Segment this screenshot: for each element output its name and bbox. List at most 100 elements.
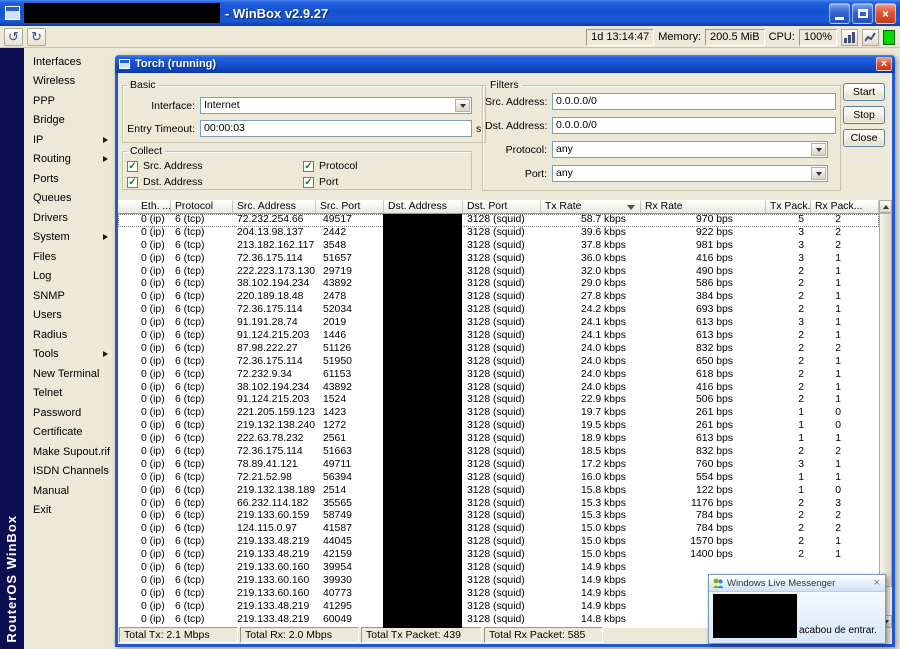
sidebar-item-exit[interactable]: Exit bbox=[24, 501, 115, 521]
messenger-close-icon[interactable]: × bbox=[872, 577, 882, 589]
table-row[interactable]: 0 (ip) 6 (tcp) 219.133.60.160 39954 3128 (sq… bbox=[118, 562, 879, 575]
table-row[interactable]: 0 (ip) 6 (tcp) 87.98.222.27 51126 3128 (squi… bbox=[118, 343, 879, 356]
traffic-graph-button[interactable] bbox=[841, 28, 858, 46]
entry-timeout-input[interactable]: 00:00:03 bbox=[200, 120, 472, 137]
start-button[interactable]: Start bbox=[843, 83, 885, 101]
table-row[interactable]: 0 (ip) 6 (tcp) 72.232.9.34 61153 3128 (squid… bbox=[118, 369, 879, 382]
scrollbar-thumb[interactable] bbox=[879, 213, 892, 587]
sidebar-item-queues[interactable]: Queues bbox=[24, 189, 115, 209]
sidebar-item-tools[interactable]: Tools bbox=[24, 345, 115, 365]
sidebar-item-wireless[interactable]: Wireless bbox=[24, 72, 115, 92]
table-row[interactable]: 0 (ip) 6 (tcp) 72.36.175.114 51950 3128 (squ… bbox=[118, 356, 879, 369]
table-row[interactable]: 0 (ip) 6 (tcp) 78.89.41.121 49711 3128 (squi… bbox=[118, 459, 879, 472]
column-header-dst-address[interactable]: Dst. Address bbox=[384, 200, 463, 214]
sidebar-item-routing[interactable]: Routing bbox=[24, 150, 115, 170]
sidebar-item-log[interactable]: Log bbox=[24, 267, 115, 287]
column-header-src-address[interactable]: Src. Address bbox=[233, 200, 316, 214]
sidebar-item-ppp[interactable]: PPP bbox=[24, 91, 115, 111]
column-header-tx-rate[interactable]: Tx Rate bbox=[541, 200, 641, 214]
table-row[interactable]: 0 (ip) 6 (tcp) 72.36.175.114 51663 3128 (squ… bbox=[118, 446, 879, 459]
sidebar-item-certificate[interactable]: Certificate bbox=[24, 423, 115, 443]
table-row[interactable]: 0 (ip) 6 (tcp) 38.102.194.234 43892 3128 (sq… bbox=[118, 382, 879, 395]
column-header-rx-rate[interactable]: Rx Rate bbox=[641, 200, 766, 214]
sidebar-item-bridge[interactable]: Bridge bbox=[24, 111, 115, 131]
src-address-input[interactable]: 0.0.0.0/0 bbox=[552, 93, 836, 110]
sidebar-item-ports[interactable]: Ports bbox=[24, 169, 115, 189]
resources-button[interactable] bbox=[862, 28, 879, 46]
table-row[interactable]: 0 (ip) 6 (tcp) 124.115.0.97 41587 3128 (squi… bbox=[118, 523, 879, 536]
table-row[interactable]: 0 (ip) 6 (tcp) 91.191.28.74 2019 3128 (squid… bbox=[118, 317, 879, 330]
scroll-up-button[interactable] bbox=[879, 200, 892, 213]
undo-button[interactable]: ↺ bbox=[4, 27, 23, 46]
table-row[interactable]: 0 (ip) 6 (tcp) 72.36.175.114 51657 3128 (squ… bbox=[118, 253, 879, 266]
table-row[interactable]: 0 (ip) 6 (tcp) 219.133.48.219 42159 3128 (sq… bbox=[118, 549, 879, 562]
dst-address-label: Dst. Address: bbox=[485, 119, 548, 132]
table-row[interactable]: 0 (ip) 6 (tcp) 66.232.114.182 35565 3128 (sq… bbox=[118, 498, 879, 511]
table-cell: 2 bbox=[835, 446, 841, 458]
torch-close-button[interactable]: × bbox=[876, 57, 892, 71]
table-row[interactable]: 0 (ip) 6 (tcp) 72.232.254.66 49517 3128 (squ… bbox=[118, 214, 879, 227]
vertical-scrollbar[interactable] bbox=[879, 200, 892, 628]
sidebar-item-new-terminal[interactable]: New Terminal bbox=[24, 364, 115, 384]
dst-address-input[interactable]: 0.0.0.0/0 bbox=[552, 117, 836, 134]
interface-select[interactable]: Internet bbox=[200, 97, 472, 114]
table-row[interactable]: 0 (ip) 6 (tcp) 221.205.159.123 1423 3128 (sq… bbox=[118, 407, 879, 420]
table-row[interactable]: 0 (ip) 6 (tcp) 219.133.48.219 44045 3128 (sq… bbox=[118, 536, 879, 549]
collect-checkbox-dst-address[interactable]: ✓ Dst. Address bbox=[127, 174, 303, 190]
torch-titlebar[interactable]: Torch (running) × bbox=[115, 55, 895, 73]
table-row[interactable]: 0 (ip) 6 (tcp) 222.63.78.232 2561 3128 (squi… bbox=[118, 433, 879, 446]
sidebar-item-files[interactable]: Files bbox=[24, 247, 115, 267]
table-cell: 970 bps bbox=[696, 214, 733, 225]
dropdown-button[interactable] bbox=[455, 99, 470, 112]
sidebar-item-ip[interactable]: IP bbox=[24, 130, 115, 150]
sidebar-item-snmp[interactable]: SNMP bbox=[24, 286, 115, 306]
maximize-button[interactable] bbox=[852, 3, 873, 24]
sidebar-item-make-supout-rif[interactable]: Make Supout.rif bbox=[24, 442, 115, 462]
column-header-tx-pack[interactable]: Tx Pack... bbox=[766, 200, 811, 214]
sidebar-item-users[interactable]: Users bbox=[24, 306, 115, 326]
table-row[interactable]: 0 (ip) 6 (tcp) 38.102.194.234 43892 3128 (sq… bbox=[118, 278, 879, 291]
sidebar-item-drivers[interactable]: Drivers bbox=[24, 208, 115, 228]
table-row[interactable]: 0 (ip) 6 (tcp) 222.223.173.130 29719 3128 (s… bbox=[118, 266, 879, 279]
collect-checkbox-protocol[interactable]: ✓ Protocol bbox=[303, 158, 471, 174]
minimize-button[interactable] bbox=[829, 3, 850, 24]
sidebar-item-password[interactable]: Password bbox=[24, 403, 115, 423]
table-row[interactable]: 0 (ip) 6 (tcp) 204.13.98.137 2442 3128 (squi… bbox=[118, 227, 879, 240]
table-row[interactable]: 0 (ip) 6 (tcp) 220.189.18.48 2478 3128 (squi… bbox=[118, 291, 879, 304]
close-dialog-button[interactable]: Close bbox=[843, 129, 885, 147]
table-row[interactable]: 0 (ip) 6 (tcp) 213.182.162.117 3548 3128 (sq… bbox=[118, 240, 879, 253]
column-header-rx-pack[interactable]: Rx Pack... bbox=[811, 200, 879, 214]
collect-legend: Collect bbox=[130, 145, 163, 157]
table-cell: 14.9 kbps bbox=[580, 562, 626, 574]
messenger-popup[interactable]: Windows Live Messenger × acabou de entra… bbox=[708, 574, 886, 644]
close-button[interactable]: × bbox=[875, 3, 896, 24]
sidebar-item-manual[interactable]: Manual bbox=[24, 481, 115, 501]
table-cell: 3128 (squid) bbox=[467, 574, 525, 586]
table-row[interactable]: 0 (ip) 6 (tcp) 91.124.215.203 1524 3128 (squ… bbox=[118, 394, 879, 407]
sidebar-item-radius[interactable]: Radius bbox=[24, 325, 115, 345]
sidebar-item-interfaces[interactable]: Interfaces bbox=[24, 52, 115, 72]
dropdown-button[interactable] bbox=[811, 143, 826, 156]
redo-button[interactable]: ↻ bbox=[27, 27, 46, 46]
table-row[interactable]: 0 (ip) 6 (tcp) 72.21.52.98 56394 3128 (squid… bbox=[118, 472, 879, 485]
collect-checkbox-port[interactable]: ✓ Port bbox=[303, 174, 471, 190]
app-titlebar[interactable]: - WinBox v2.9.27 × bbox=[0, 0, 900, 26]
table-row[interactable]: 0 (ip) 6 (tcp) 219.132.138.240 1272 3128 (sq… bbox=[118, 420, 879, 433]
stop-button[interactable]: Stop bbox=[843, 106, 885, 124]
table-row[interactable]: 0 (ip) 6 (tcp) 91.124.215.203 1446 3128 (squ… bbox=[118, 330, 879, 343]
column-header-eth[interactable]: Eth. ... bbox=[118, 200, 171, 214]
sidebar-item-isdn-channels[interactable]: ISDN Channels bbox=[24, 462, 115, 482]
table-row[interactable]: 0 (ip) 6 (tcp) 219.132.138.189 2514 3128 (sq… bbox=[118, 485, 879, 498]
sidebar-item-system[interactable]: System bbox=[24, 228, 115, 248]
dropdown-button[interactable] bbox=[811, 167, 826, 180]
table-row[interactable]: 0 (ip) 6 (tcp) 219.133.60.159 58749 3128 (sq… bbox=[118, 510, 879, 523]
column-header-protocol[interactable]: Protocol bbox=[171, 200, 233, 214]
table-row[interactable]: 0 (ip) 6 (tcp) 72.36.175.114 52034 3128 (squ… bbox=[118, 304, 879, 317]
port-select[interactable]: any bbox=[552, 165, 828, 182]
column-header-src-port[interactable]: Src. Port bbox=[316, 200, 384, 214]
collect-checkbox-src-address[interactable]: ✓ Src. Address bbox=[127, 158, 303, 174]
table-cell: 51657 bbox=[323, 252, 352, 264]
sidebar-item-telnet[interactable]: Telnet bbox=[24, 384, 115, 404]
protocol-select[interactable]: any bbox=[552, 141, 828, 158]
column-header-dst-port[interactable]: Dst. Port bbox=[463, 200, 541, 214]
